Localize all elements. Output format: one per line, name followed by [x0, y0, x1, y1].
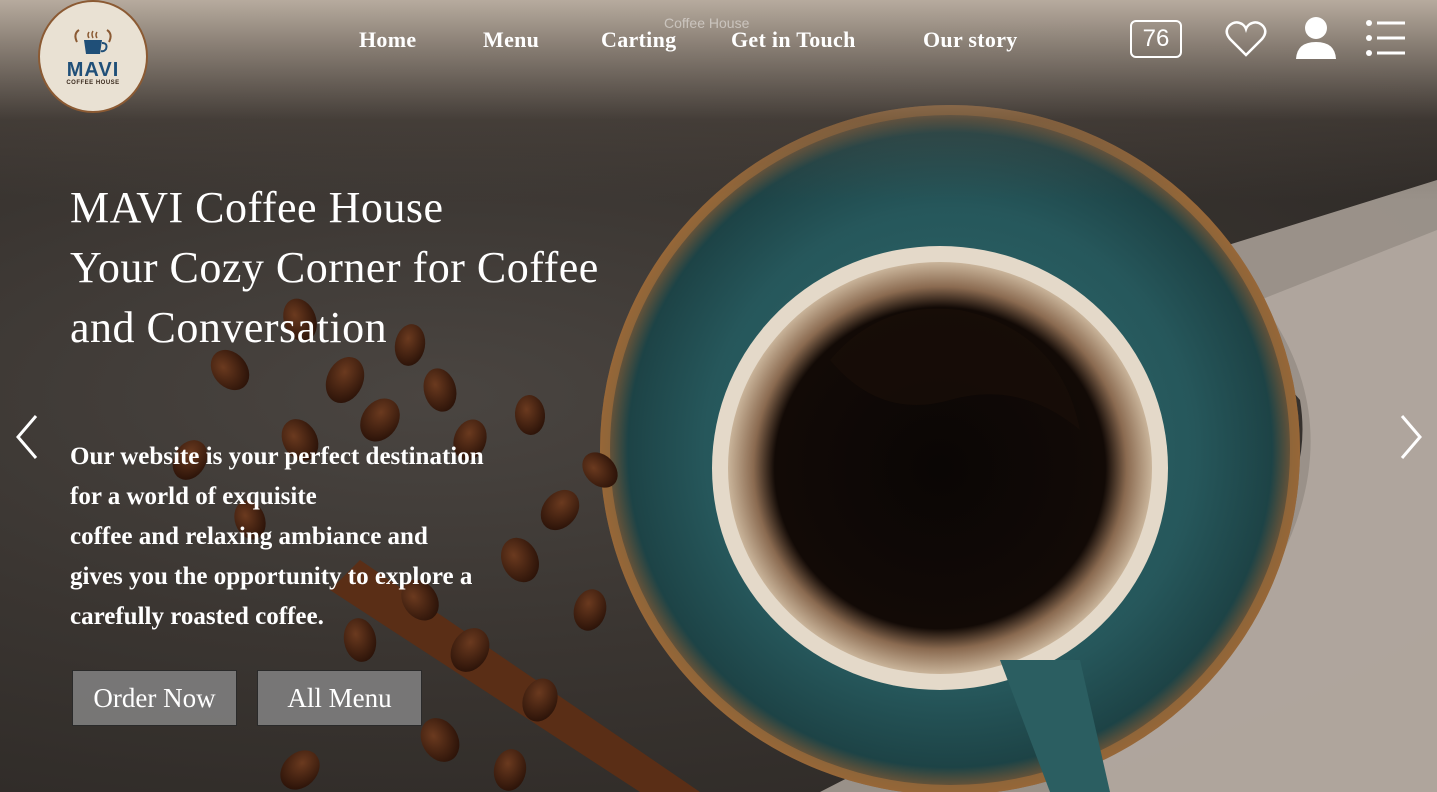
- chevron-right-icon[interactable]: [1396, 412, 1426, 462]
- menu-list-icon[interactable]: [1366, 20, 1406, 56]
- nav-carting[interactable]: Carting: [601, 27, 676, 53]
- nav-menu[interactable]: Menu: [483, 27, 539, 53]
- heart-icon[interactable]: [1225, 20, 1267, 58]
- cart-count-badge[interactable]: 76: [1130, 20, 1182, 58]
- all-menu-button[interactable]: All Menu: [257, 670, 422, 726]
- nav-our-story[interactable]: Our story: [923, 27, 1018, 53]
- user-icon[interactable]: [1295, 15, 1337, 60]
- hero-description-line: gives you the opportunity to explore a: [70, 563, 473, 590]
- hero-title-line: and Conversation: [70, 303, 388, 352]
- hero-title-line: MAVI Coffee House: [70, 183, 444, 232]
- main-nav: Home Menu Carting Get in Touch Our story: [0, 27, 1437, 57]
- order-now-button[interactable]: Order Now: [72, 670, 237, 726]
- hero-title: MAVI Coffee House Your Cozy Corner for C…: [70, 178, 599, 358]
- logo-wordmark: MAVI: [66, 58, 120, 81]
- hero-description-line: coffee and relaxing ambiance and: [70, 523, 428, 550]
- hero-description: Our website is your perfect destination …: [70, 437, 484, 637]
- nav-home[interactable]: Home: [359, 27, 416, 53]
- logo-subtitle: COFFEE HOUSE: [66, 79, 120, 86]
- hero-title-line: Your Cozy Corner for Coffee: [70, 243, 599, 292]
- hero-description-line: for a world of exquisite: [70, 483, 317, 510]
- nav-get-in-touch[interactable]: Get in Touch: [731, 27, 856, 53]
- hero-description-line: Our website is your perfect destination: [70, 443, 484, 470]
- hero-description-line: carefully roasted coffee.: [70, 603, 324, 630]
- chevron-left-icon[interactable]: [12, 412, 42, 462]
